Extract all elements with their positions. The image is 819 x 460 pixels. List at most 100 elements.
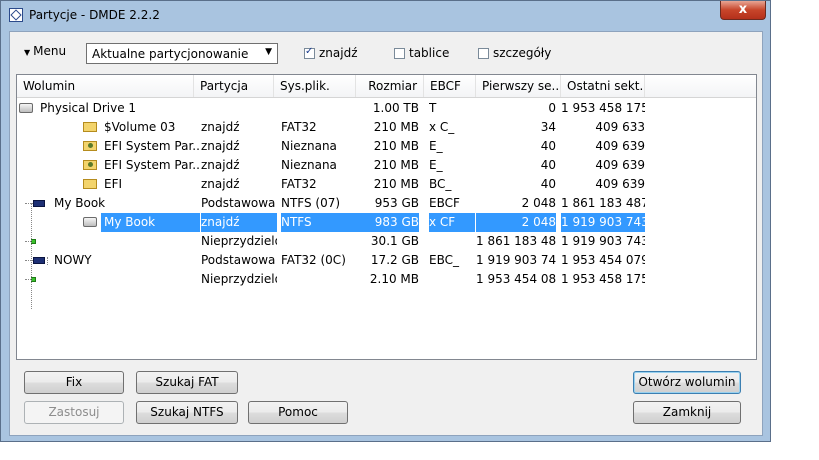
cell-first: 40	[540, 177, 556, 191]
column-header-rozmiar[interactable]: Rozmiar	[356, 75, 424, 97]
folder-key-icon	[83, 141, 97, 151]
checkbox-znajdz-box[interactable]	[304, 46, 315, 59]
cell-last: 1 953 458 175	[561, 272, 645, 286]
cell-first: 0	[548, 101, 556, 115]
cell-last: 409 639	[595, 177, 645, 191]
cell-first: 1 919 903 744	[476, 253, 556, 267]
checkbox-tablice[interactable]: tablice	[394, 46, 449, 60]
cell-sys: FAT32	[281, 177, 317, 191]
cell-rozmiar: 953 GB	[374, 196, 419, 210]
cell-ebcf: E_	[429, 158, 443, 172]
szukaj-ntfs-button[interactable]: Szukaj NTFS	[136, 401, 238, 424]
cell-last: 1 919 903 743	[561, 213, 645, 232]
cell-first: 1 953 454 080	[476, 272, 556, 286]
checkbox-znajdz-label: znajdź	[319, 46, 358, 60]
table-row[interactable]: NOWY Podstawowa FAT32 (0C) 17.2 GB EBC_ 1 919…	[17, 251, 756, 270]
menu-label: Menu	[33, 44, 67, 58]
column-header-partycja[interactable]: Partycja	[194, 75, 274, 97]
cell-partycja: Podstawowa	[201, 253, 276, 267]
partitioning-mode-select[interactable]: Aktualne partycjonowanie ▼	[86, 43, 278, 64]
cell-last: 409 639	[595, 158, 645, 172]
cell-wolumin: EFI	[104, 177, 123, 191]
partitions-window: Partycje - DMDE 2.2.2 x ▼ Menu Aktualne p…	[0, 0, 771, 442]
table-row[interactable]: Physical Drive 1 1.00 TB T 0 1 953 458 175	[17, 99, 756, 118]
column-header-ebcf[interactable]: EBCF	[424, 75, 476, 97]
zastosuj-button[interactable]: Zastosuj	[24, 401, 124, 424]
cell-partycja: Nieprzydzielone	[201, 272, 277, 286]
partition-icon	[33, 200, 45, 207]
cell-wolumin: EFI System Par...	[104, 139, 200, 153]
tree-guide-line	[47, 257, 48, 265]
cell-ebcf: E_	[429, 139, 443, 153]
partitions-table[interactable]: Wolumin Partycja Sys.plik. Rozmiar EBCF …	[16, 74, 757, 360]
cell-sys	[281, 99, 357, 118]
window-title: Partycje - DMDE 2.2.2	[29, 8, 160, 22]
column-header-wolumin[interactable]: Wolumin	[17, 75, 194, 97]
cell-partycja: znajdź	[201, 120, 240, 134]
cell-ebcf: EBCF	[429, 196, 460, 210]
cell-rozmiar: 210 MB	[373, 139, 419, 153]
cell-wolumin: My Book	[101, 213, 200, 232]
cell-rozmiar: 1.00 TB	[372, 101, 419, 115]
column-header-pierwszy-sektor[interactable]: Pierwszy se...	[476, 75, 561, 97]
drive-icon	[19, 103, 33, 113]
checkbox-szczegoly-box[interactable]	[478, 47, 489, 59]
cell-sys: NTFS	[281, 213, 357, 232]
cell-partycja: Nieprzydzielone	[201, 234, 277, 248]
cell-first: 34	[540, 120, 556, 134]
zamknij-button[interactable]: Zamknij	[633, 401, 741, 424]
table-row[interactable]: EFI System Par... znajdź Nieznana 210 MB E_ 4…	[17, 156, 756, 175]
table-row[interactable]: EFI System Par... znajdź Nieznana 210 MB E_ 4…	[17, 137, 756, 156]
partition-icon	[33, 257, 45, 264]
cell-wolumin: Physical Drive 1	[40, 101, 137, 115]
table-row[interactable]: My Book Podstawowa (A) NTFS (07) 953 GB EBCF…	[17, 194, 756, 213]
close-button[interactable]: x	[720, 1, 766, 20]
cell-sys: NTFS (07)	[281, 196, 341, 210]
cell-ebcf: x CF	[429, 213, 475, 232]
checkbox-szczegoly-label: szczegóły	[493, 46, 552, 60]
cell-sys: Nieznana	[281, 158, 337, 172]
cell-wolumin: My Book	[54, 196, 106, 210]
cell-partycja: znajdź	[201, 213, 277, 232]
cell-rozmiar: 210 MB	[373, 158, 419, 172]
table-row[interactable]: EFI znajdź FAT32 210 MB BC_ 40 409 639	[17, 175, 756, 194]
cell-rozmiar: 30.1 GB	[370, 234, 419, 248]
cell-first: 40	[540, 139, 556, 153]
cell-sys	[281, 232, 357, 251]
szukaj-fat-button[interactable]: Szukaj FAT	[136, 371, 238, 394]
cell-wolumin: NOWY	[54, 253, 92, 267]
cell-last: 409 639	[595, 139, 645, 153]
drive-icon	[83, 217, 97, 227]
checkbox-szczegoly[interactable]: szczegóły	[478, 46, 551, 60]
title-bar[interactable]: Partycje - DMDE 2.2.2 x	[1, 1, 770, 31]
checkbox-znajdz[interactable]: znajdź	[304, 46, 358, 60]
table-row[interactable]: $Volume 03 znajdź FAT32 210 MB x C_ 34 409 633	[17, 118, 756, 137]
cell-sys: Nieznana	[281, 139, 337, 153]
fix-button[interactable]: Fix	[24, 371, 124, 394]
cell-last: 1 861 183 487	[561, 196, 645, 210]
menu-button[interactable]: ▼ Menu	[24, 44, 66, 58]
pomoc-button[interactable]: Pomoc	[248, 401, 348, 424]
tree-guide-line	[31, 203, 32, 309]
cell-rozmiar: 17.2 GB	[370, 253, 419, 267]
checkbox-tablice-box[interactable]	[394, 47, 405, 59]
cell-ebcf: T	[429, 101, 437, 115]
column-header-ostatni-sektor[interactable]: Ostatni sekt...	[561, 75, 645, 97]
cell-last: 1 953 454 079	[561, 253, 645, 267]
column-header-sys-plik[interactable]: Sys.plik.	[274, 75, 356, 97]
cell-partycja	[201, 99, 277, 118]
otworz-wolumin-button[interactable]: Otwórz wolumin	[633, 371, 741, 394]
table-row[interactable]: Nieprzydzielone 30.1 GB 1 861 183 488 1 919…	[17, 232, 756, 251]
dialog-client: ▼Menu Aktualne partycjonowanie ▼ znajdź …	[9, 31, 763, 436]
folder-icon	[83, 179, 97, 189]
cell-sys: FAT32	[281, 120, 317, 134]
cell-first: 2 048	[521, 196, 556, 210]
partitioning-mode-value: Aktualne partycjonowanie	[92, 47, 249, 61]
cell-first: 2 048	[476, 213, 556, 232]
cell-ebcf: x C_	[429, 120, 455, 134]
cell-ebcf	[429, 270, 475, 289]
table-row[interactable]: My Book znajdź NTFS 983 GB x CF 2 048 1 919 90…	[17, 213, 756, 232]
table-row[interactable]: Nieprzydzielone 2.10 MB 1 953 454 080 1 953…	[17, 270, 756, 289]
cell-partycja: znajdź	[201, 139, 240, 153]
checkbox-tablice-label: tablice	[409, 46, 450, 60]
